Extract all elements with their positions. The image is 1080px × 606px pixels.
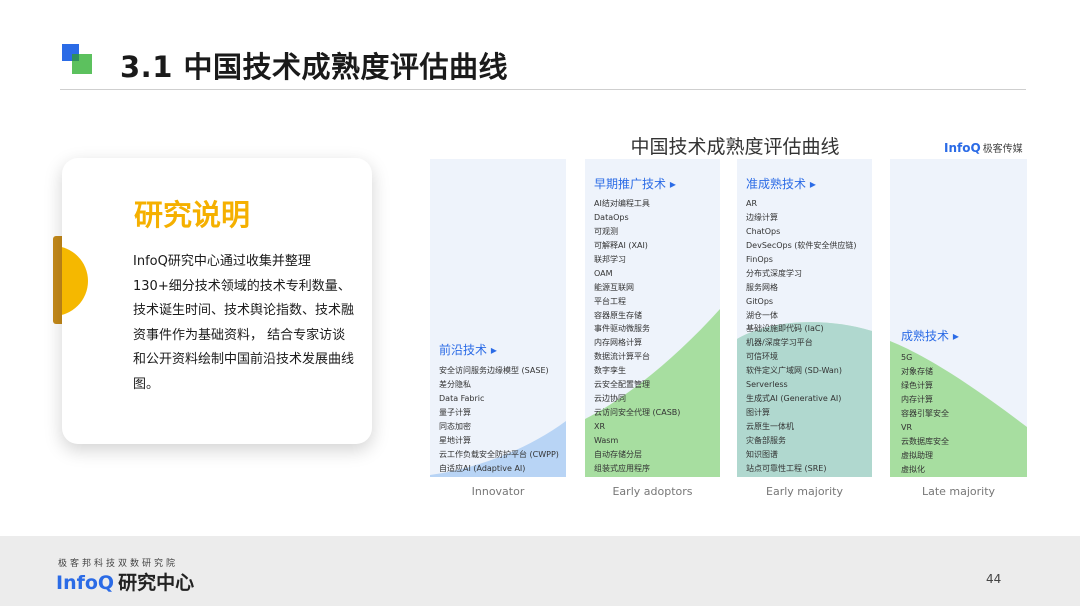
tech-item: DevSecOps (软件安全供应链) xyxy=(746,240,857,250)
card-body-text: InfoQ研究中心通过收集并整理130+细分技术领域的技术专利数量、技术诞生时间… xyxy=(133,254,355,392)
tech-item: 自动存储分层 xyxy=(594,449,642,459)
tech-item: 虚拟化 xyxy=(901,464,925,474)
tech-item: 同态加密 xyxy=(439,421,471,431)
column-heading: 成熟技术 ▸ xyxy=(901,329,959,343)
tech-item: 云安全配置管理 xyxy=(594,380,650,390)
chart-brand: InfoQ 极客传媒 xyxy=(944,140,1023,155)
tech-item: 数字孪生 xyxy=(594,366,626,376)
tech-item: 差分隐私 xyxy=(439,379,471,389)
tech-item: 内存计算 xyxy=(901,394,933,404)
page-number: 44 xyxy=(986,572,1002,586)
tech-item: 机器/深度学习平台 xyxy=(746,338,813,348)
chart-brand-infoq: InfoQ xyxy=(944,141,981,155)
stage-label-late-majority: Late majority xyxy=(921,485,996,498)
tech-item: 自适应AI (Adaptive AI) xyxy=(439,463,526,473)
tech-item: 可解释AI (XAI) xyxy=(594,240,648,250)
footer-logo: InfoQ 研究中心 xyxy=(56,568,194,595)
stage-label-early-adoptors: Early adoptors xyxy=(612,485,693,498)
tech-item: 软件定义广域网 (SD-Wan) xyxy=(746,366,842,376)
tech-item: Data Fabric xyxy=(439,393,485,403)
tech-item: 组装式应用程序 xyxy=(594,463,650,473)
column-heading: 早期推广技术 ▸ xyxy=(594,177,676,191)
tech-item: GitOps xyxy=(746,296,774,306)
tech-item: 内存网格计算 xyxy=(594,338,642,348)
tech-item: 数据流计算平台 xyxy=(594,352,650,362)
tech-item: 联邦学习 xyxy=(594,254,626,264)
page-title: 3.1 中国技术成熟度评估曲线 xyxy=(120,50,508,84)
column-innovator: 前沿技术 ▸ 安全访问服务边缘模型 (SASE) 差分隐私 Data Fabri… xyxy=(430,159,566,477)
title-divider xyxy=(60,89,1026,90)
tech-item: 可信环境 xyxy=(746,352,778,362)
tech-item: VR xyxy=(901,422,913,432)
tech-item: 云工作负载安全防护平台 (CWPP) xyxy=(439,449,559,459)
footer-logo-text: 研究中心 xyxy=(118,572,195,594)
tech-item: 基础设施即代码 (IaC) xyxy=(746,324,824,334)
chart-title: 中国技术成熟度评估曲线 xyxy=(630,136,840,158)
tech-item: 云访问安全代理 (CASB) xyxy=(594,408,681,418)
tech-item: Wasm xyxy=(594,435,619,445)
tech-item: 星地计算 xyxy=(439,435,471,445)
tech-item: OAM xyxy=(594,268,613,278)
tech-item: 站点可靠性工程 (SRE) xyxy=(746,463,827,473)
tech-item: 知识图谱 xyxy=(746,449,778,459)
footer-logo-infoq: InfoQ xyxy=(56,572,115,594)
tech-item: 能源互联网 xyxy=(594,282,634,292)
stage-label-early-majority: Early majority xyxy=(766,485,843,498)
tech-item: 5G xyxy=(901,353,913,362)
tech-item: 绿色计算 xyxy=(901,380,933,390)
column-heading: 准成熟技术 ▸ xyxy=(746,177,816,191)
tech-item: 可观测 xyxy=(594,226,618,236)
tech-item: AR xyxy=(746,199,758,208)
tech-item: 云边协同 xyxy=(594,394,626,404)
tech-item: 对象存储 xyxy=(901,366,933,376)
tech-item: DataOps xyxy=(594,212,629,222)
column-heading: 前沿技术 ▸ xyxy=(439,343,497,357)
card-heading: 研究说明 xyxy=(134,198,251,232)
tech-item: FinOps xyxy=(746,254,773,264)
tech-item: 服务网格 xyxy=(746,282,778,292)
column-early-adoptors: 早期推广技术 ▸ AI结对编程工具 DataOps 可观测 可解释AI (XAI… xyxy=(585,159,720,477)
tech-item: 平台工程 xyxy=(594,296,626,306)
tech-item: 安全访问服务边缘模型 (SASE) xyxy=(439,366,549,375)
tech-item: XR xyxy=(594,422,606,431)
tech-item: 湖仓一体 xyxy=(746,310,778,320)
tech-item: ChatOps xyxy=(746,226,781,236)
stage-label-innovator: Innovator xyxy=(471,485,525,498)
tech-item: 云数据库安全 xyxy=(901,436,949,446)
tech-item: 量子计算 xyxy=(439,407,471,417)
tech-item: Serverless xyxy=(746,380,788,390)
tech-item: 边缘计算 xyxy=(746,212,778,222)
tech-item: 事件驱动微服务 xyxy=(594,324,650,334)
tech-item: 生成式AI (Generative AI) xyxy=(746,394,842,404)
tech-item: 分布式深度学习 xyxy=(746,268,802,278)
logo-square-overlap-icon xyxy=(72,54,79,61)
research-note-card: 研究说明 InfoQ研究中心通过收集并整理130+细分技术领域的技术专利数量、技… xyxy=(62,158,372,444)
chart-brand-text: 极客传媒 xyxy=(982,144,1023,155)
tech-item: 灾备部服务 xyxy=(746,435,786,445)
column-early-majority: 准成熟技术 ▸ AR 边缘计算 ChatOps DevSecOps (软件安全供… xyxy=(737,159,872,477)
half-circle-decoration-icon xyxy=(62,246,88,316)
tech-item: 容器引擎安全 xyxy=(901,408,949,418)
column-late-majority: 成熟技术 ▸ 5G 对象存储 绿色计算 内存计算 容器引擎安全 VR 云数据库安… xyxy=(890,159,1027,477)
tech-item: 云原生一体机 xyxy=(746,422,794,431)
tech-item: 容器原生存储 xyxy=(594,310,642,320)
tech-item: 图计算 xyxy=(746,408,770,418)
tech-item: AI结对编程工具 xyxy=(594,199,650,208)
tech-item: 虚拟助理 xyxy=(901,450,933,460)
